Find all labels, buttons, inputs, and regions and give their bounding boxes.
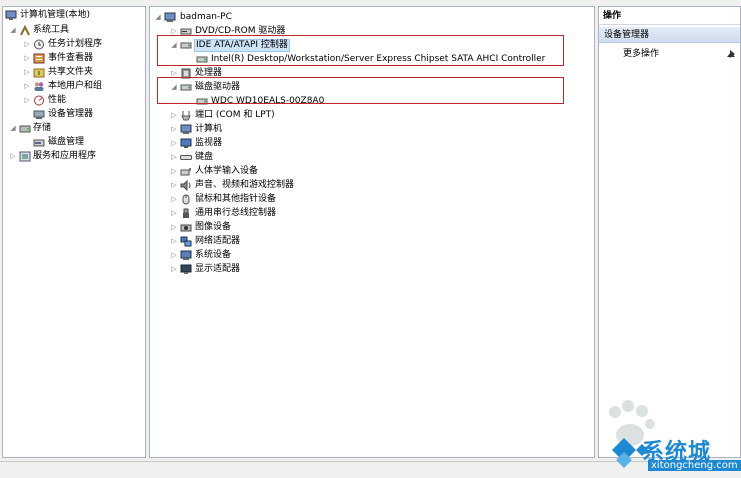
system-device-icon bbox=[180, 250, 192, 261]
tree-label: 磁盘管理 bbox=[48, 137, 85, 147]
disk-drive-icon bbox=[180, 82, 192, 93]
device-label: 人体学输入设备 bbox=[195, 166, 259, 176]
expand-arrow-icon[interactable]: ▷ bbox=[9, 150, 17, 163]
mouse-icon bbox=[180, 194, 192, 205]
section-label: 设备管理器 bbox=[604, 30, 650, 40]
tree-label: 共享文件夹 bbox=[48, 67, 94, 77]
shared-folder-icon bbox=[33, 67, 45, 78]
submenu-arrow-icon[interactable] bbox=[730, 50, 735, 58]
device-manager-icon bbox=[33, 109, 45, 120]
tree-label: 本地用户和组 bbox=[48, 81, 103, 91]
status-bar bbox=[0, 461, 741, 478]
expand-arrow-icon[interactable]: ▷ bbox=[170, 109, 178, 122]
device-label: 网络适配器 bbox=[195, 236, 241, 246]
device-label: 处理器 bbox=[195, 68, 223, 78]
speaker-icon bbox=[180, 179, 192, 192]
expand-arrow-icon[interactable]: ▷ bbox=[23, 52, 31, 65]
disk-management-icon bbox=[33, 137, 45, 148]
computer-icon bbox=[180, 124, 192, 135]
expand-arrow-icon[interactable]: ▷ bbox=[170, 221, 178, 234]
device-label: 声音、视频和游戏控制器 bbox=[195, 180, 295, 190]
device-label: badman-PC bbox=[180, 12, 232, 22]
device-label: 图像设备 bbox=[195, 222, 232, 232]
device-label: 显示适配器 bbox=[195, 264, 241, 274]
actions-pane: 操作 设备管理器 更多操作 bbox=[598, 6, 741, 458]
dvd-drive-icon bbox=[180, 26, 192, 37]
event-viewer-icon bbox=[33, 53, 45, 64]
expand-arrow-icon[interactable]: ▷ bbox=[170, 137, 178, 150]
pc-icon bbox=[164, 12, 176, 23]
services-icon bbox=[19, 151, 31, 162]
expand-arrow-icon[interactable]: ▷ bbox=[170, 179, 178, 192]
tree-label: 计算机管理(本地) bbox=[20, 10, 91, 20]
users-icon bbox=[33, 81, 45, 92]
console-tree-pane: 计算机管理(本地) ◢ 系统工具 ▷ 任务计划程序 ▷ 事件查看器 ▷ 共享文件… bbox=[2, 6, 146, 458]
tree-label: 设备管理器 bbox=[48, 109, 94, 119]
controller-chip-icon bbox=[196, 54, 208, 65]
collapse-arrow-icon[interactable]: ◢ bbox=[170, 81, 178, 94]
collapse-arrow-icon[interactable]: ◢ bbox=[9, 122, 17, 135]
collapse-arrow-icon[interactable]: ◢ bbox=[170, 39, 178, 52]
expand-arrow-icon[interactable]: ▷ bbox=[23, 38, 31, 51]
expand-arrow-icon[interactable]: ▷ bbox=[23, 66, 31, 79]
tree-label: 性能 bbox=[48, 95, 67, 105]
hid-icon bbox=[180, 166, 192, 177]
device-label: 鼠标和其他指针设备 bbox=[195, 194, 277, 204]
system-tools-icon bbox=[19, 24, 31, 36]
network-adapter-icon bbox=[180, 236, 192, 247]
expand-arrow-icon[interactable]: ▷ bbox=[170, 193, 178, 206]
device-label: 计算机 bbox=[195, 124, 223, 134]
expand-arrow-icon[interactable]: ▷ bbox=[23, 80, 31, 93]
collapse-arrow-icon[interactable]: ◢ bbox=[9, 24, 17, 37]
ide-controller-icon bbox=[180, 40, 192, 51]
device-label: 系统设备 bbox=[195, 250, 232, 260]
tree-label: 系统工具 bbox=[33, 25, 70, 35]
expand-arrow-icon[interactable]: ▷ bbox=[23, 94, 31, 107]
port-icon bbox=[180, 110, 192, 121]
expand-arrow-icon[interactable]: ▷ bbox=[170, 123, 178, 136]
actions-section-device-manager[interactable]: 设备管理器 bbox=[599, 27, 740, 57]
tree-label: 存储 bbox=[33, 123, 52, 133]
performance-icon bbox=[33, 95, 45, 106]
more-actions-link[interactable]: 更多操作 bbox=[623, 47, 659, 61]
device-label: DVD/CD-ROM 驱动器 bbox=[195, 26, 286, 36]
imaging-device-icon bbox=[180, 222, 192, 233]
usb-icon bbox=[180, 208, 192, 219]
actions-header: 操作 bbox=[599, 7, 740, 25]
device-label: IDE ATA/ATAPI 控制器 bbox=[194, 39, 290, 52]
expand-arrow-icon[interactable]: ▷ bbox=[170, 235, 178, 248]
tree-label: 服务和应用程序 bbox=[33, 151, 97, 161]
keyboard-icon bbox=[180, 152, 192, 163]
expand-arrow-icon[interactable]: ▷ bbox=[170, 25, 178, 38]
monitor-icon bbox=[180, 138, 192, 149]
more-actions-label: 更多操作 bbox=[623, 49, 660, 59]
expand-arrow-icon[interactable]: ▷ bbox=[170, 263, 178, 276]
expand-arrow-icon[interactable]: ▷ bbox=[170, 165, 178, 178]
tree-label: 任务计划程序 bbox=[48, 39, 103, 49]
computer-management-icon bbox=[5, 10, 17, 21]
expand-arrow-icon[interactable]: ▷ bbox=[170, 67, 178, 80]
device-label: Intel(R) Desktop/Workstation/Server Expr… bbox=[211, 54, 546, 64]
clock-icon bbox=[33, 39, 45, 50]
expand-arrow-icon[interactable]: ▷ bbox=[170, 207, 178, 220]
device-label: 端口 (COM 和 LPT) bbox=[195, 110, 275, 120]
device-label: 键盘 bbox=[195, 152, 214, 162]
collapse-arrow-icon[interactable]: ◢ bbox=[154, 11, 162, 24]
device-tree-pane: ◢ badman-PC ▷ DVD/CD-ROM 驱动器 ◢ IDE ATA/A… bbox=[149, 6, 595, 458]
tree-label: 事件查看器 bbox=[48, 53, 94, 63]
processor-icon bbox=[180, 68, 192, 79]
expand-arrow-icon[interactable]: ▷ bbox=[170, 151, 178, 164]
device-label: 通用串行总线控制器 bbox=[195, 208, 277, 218]
storage-icon bbox=[19, 123, 31, 134]
device-label: 监视器 bbox=[195, 138, 223, 148]
device-label: WDC WD10EALS-00Z8A0 bbox=[211, 96, 325, 106]
device-label: 磁盘驱动器 bbox=[195, 82, 241, 92]
expand-arrow-icon[interactable]: ▷ bbox=[170, 249, 178, 262]
hard-disk-icon bbox=[196, 96, 208, 107]
display-adapter-icon bbox=[180, 264, 192, 275]
